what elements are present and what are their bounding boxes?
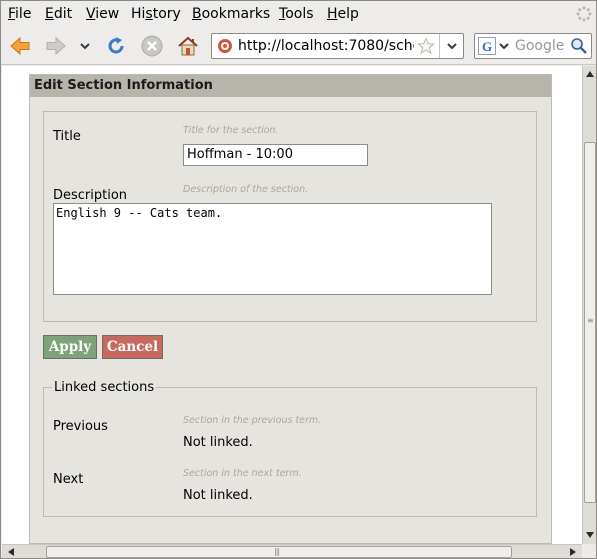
url-bar[interactable]: http://localhost:7080/schooltool — [211, 33, 464, 59]
title-hint: Title for the section. — [183, 125, 279, 136]
throbber-icon — [576, 6, 592, 22]
url-dropdown-button[interactable] — [439, 34, 463, 58]
panel-title: Edit Section Information — [30, 75, 551, 97]
previous-value: Not linked. — [183, 435, 253, 450]
google-icon[interactable]: G — [478, 37, 496, 55]
linked-sections-fieldset: Linked sections Previous Section in the … — [43, 380, 537, 517]
previous-label: Previous — [53, 419, 108, 434]
menu-view[interactable]: View — [86, 6, 119, 22]
star-icon[interactable] — [417, 37, 435, 55]
browser-window: File Edit View History Bookmarks Tools H… — [0, 0, 597, 559]
search-bar[interactable]: G Google — [474, 33, 592, 59]
menu-bar: File Edit View History Bookmarks Tools H… — [1, 1, 596, 27]
scroll-right-arrow-icon — [570, 548, 576, 556]
scroll-left-arrow-icon — [8, 548, 14, 556]
stop-button[interactable] — [139, 33, 165, 59]
scrollbar-corner — [582, 544, 596, 558]
back-button[interactable] — [7, 33, 33, 59]
vertical-scrollbar[interactable]: ≡ — [582, 66, 596, 544]
next-label: Next — [53, 472, 84, 487]
horizontal-grip-icon: ||| — [274, 547, 280, 556]
linked-sections-legend: Linked sections — [54, 380, 155, 395]
horizontal-scrollbar[interactable]: ||| — [2, 544, 582, 558]
page-viewport: Edit Section Information Title Title for… — [2, 66, 582, 544]
next-hint: Section in the next term. — [183, 468, 302, 479]
scroll-down-arrow-icon — [586, 532, 594, 538]
next-value: Not linked. — [183, 488, 253, 503]
svg-text:G: G — [482, 39, 492, 54]
scroll-left-button[interactable] — [5, 546, 17, 558]
chevron-down-icon[interactable] — [499, 42, 509, 50]
stop-icon — [141, 35, 163, 57]
edit-section-panel: Edit Section Information Title Title for… — [29, 74, 552, 544]
menu-file[interactable]: File — [8, 6, 31, 22]
back-arrow-icon — [10, 36, 30, 56]
title-input[interactable]: Hoffman - 10:00 — [183, 144, 368, 166]
chevron-down-icon — [446, 43, 457, 50]
menu-bookmarks[interactable]: Bookmarks — [192, 6, 270, 22]
cancel-button[interactable]: Cancel — [102, 335, 163, 359]
vertical-grip-icon: ≡ — [587, 316, 594, 325]
magnifier-icon[interactable] — [570, 37, 588, 55]
search-input[interactable]: Google — [515, 38, 564, 54]
chevron-down-icon — [80, 43, 90, 50]
apply-button[interactable]: Apply — [43, 335, 97, 359]
previous-hint: Section in the previous term. — [183, 415, 322, 426]
title-label: Title — [53, 129, 81, 144]
reload-button[interactable] — [103, 33, 129, 59]
scroll-right-button[interactable] — [567, 546, 579, 558]
home-button[interactable] — [175, 33, 201, 59]
scroll-down-button[interactable] — [584, 529, 596, 541]
scroll-up-button[interactable] — [584, 68, 596, 80]
vertical-scroll-thumb[interactable]: ≡ — [584, 142, 596, 503]
navigation-toolbar: http://localhost:7080/schooltool G Googl… — [1, 27, 596, 65]
history-dropdown-button[interactable] — [75, 33, 95, 59]
forward-button[interactable] — [43, 33, 69, 59]
section-info-fieldset: Title Title for the section. Hoffman - 1… — [43, 111, 537, 322]
reload-icon — [108, 37, 124, 54]
description-label: Description — [53, 188, 128, 203]
menu-help[interactable]: Help — [327, 6, 359, 22]
description-textarea[interactable]: English 9 -- Cats team. — [53, 203, 492, 295]
url-text[interactable]: http://localhost:7080/schooltool — [238, 38, 414, 54]
description-hint: Description of the section. — [183, 184, 309, 195]
scroll-up-arrow-icon — [586, 71, 594, 77]
site-favicon-icon — [218, 39, 232, 53]
menu-tools[interactable]: Tools — [279, 6, 314, 22]
home-icon — [178, 36, 198, 56]
menu-history[interactable]: History — [131, 6, 181, 22]
forward-arrow-icon — [46, 36, 66, 56]
horizontal-scroll-thumb[interactable]: ||| — [46, 546, 512, 558]
menu-edit[interactable]: Edit — [45, 6, 72, 22]
